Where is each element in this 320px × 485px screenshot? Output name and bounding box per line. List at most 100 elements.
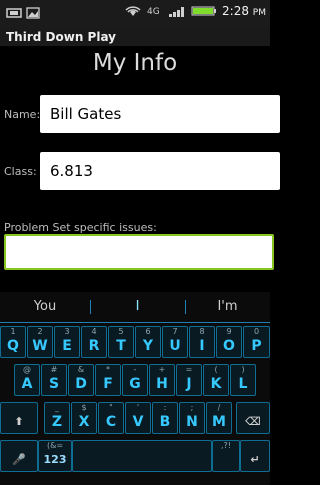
class-field[interactable]: 6.813 — [40, 152, 280, 190]
key-w-letter: W — [32, 338, 48, 354]
key-l-symbol: ) — [241, 365, 245, 374]
key-a[interactable]: @ A — [14, 364, 40, 396]
key-c-symbol: " — [109, 403, 113, 412]
clock-ampm: PM — [252, 8, 266, 18]
backspace-key[interactable]: ⌫ — [236, 402, 270, 434]
key-l[interactable]: ) L — [230, 364, 256, 396]
clock: 2:28 PM — [222, 4, 266, 18]
key-m-letter: M — [212, 414, 226, 430]
symbols-key[interactable]: (&= 123 — [38, 440, 72, 472]
key-v-letter: V — [132, 414, 144, 430]
key-s[interactable]: # S — [41, 364, 67, 396]
key-a-symbol: @ — [23, 365, 31, 374]
key-d-symbol: & — [77, 365, 85, 374]
key-p[interactable]: 0 P — [243, 326, 270, 358]
key-t-number: 5 — [118, 327, 124, 336]
key-i-number: 8 — [199, 327, 205, 336]
punctuation-key[interactable]: ,?! — [212, 440, 240, 472]
key-f-symbol: * — [106, 365, 110, 374]
key-b-letter: B — [159, 414, 171, 430]
key-w[interactable]: 2 W — [27, 326, 53, 358]
network-4g-icon: 4G — [147, 7, 160, 17]
key-d[interactable]: & D — [68, 364, 94, 396]
key-n-symbol: ; — [190, 403, 194, 412]
key-g-letter: G — [129, 376, 141, 392]
key-s-letter: S — [48, 376, 60, 392]
key-p-letter: P — [251, 338, 262, 354]
key-x-symbol: $ — [81, 403, 87, 412]
suggestion-you[interactable]: You — [0, 292, 90, 322]
key-s-symbol: # — [50, 365, 58, 374]
key-u[interactable]: 7 U — [162, 326, 188, 358]
key-e-number: 3 — [64, 327, 70, 336]
status-right-icons: 4G 2:28 PM — [124, 4, 266, 18]
space-key[interactable] — [72, 440, 212, 472]
key-r[interactable]: 4 R — [81, 326, 107, 358]
key-c[interactable]: " C — [98, 402, 124, 434]
key-f[interactable]: * F — [95, 364, 121, 396]
key-z[interactable]: _ Z — [44, 402, 70, 434]
key-r-number: 4 — [91, 327, 97, 336]
key-k-letter: K — [210, 376, 222, 392]
key-h-symbol: + — [158, 365, 166, 374]
keyboard-row-3: ⬆ _ Z $ X " C ' V : B ; N / M ⌫ — [0, 402, 270, 438]
key-a-letter: A — [21, 376, 33, 392]
key-o-letter: O — [223, 338, 235, 354]
key-t-letter: T — [116, 338, 126, 354]
keyboard-row-1: 1 Q 2 W 3 E 4 R 5 T 6 Y 7 U 8 I 9 O 0 P — [0, 326, 270, 362]
key-r-letter: R — [88, 338, 100, 354]
key-g[interactable]: - G — [122, 364, 148, 396]
punctuation-key-sup: ,?! — [221, 441, 231, 450]
key-n-letter: N — [186, 414, 198, 430]
key-x-letter: X — [78, 414, 90, 430]
key-i[interactable]: 8 I — [189, 326, 215, 358]
key-u-letter: U — [169, 338, 181, 354]
app-title-bar: Third Down Play — [0, 28, 270, 46]
key-l-letter: L — [238, 376, 248, 392]
key-o[interactable]: 9 O — [216, 326, 242, 358]
symbols-key-sup: (&= — [46, 441, 64, 450]
issues-input[interactable] — [4, 234, 274, 270]
key-t[interactable]: 5 T — [108, 326, 134, 358]
key-j-symbol: = — [185, 365, 193, 374]
mic-key[interactable]: 🎤 — [0, 440, 38, 472]
key-n[interactable]: ; N — [179, 402, 205, 434]
suggestion-im[interactable]: I'm — [185, 292, 270, 322]
keyboard-row-2: @ A # S & D * F - G + H = J ( K) L — [0, 364, 270, 400]
key-m[interactable]: / M — [206, 402, 232, 434]
key-v[interactable]: ' V — [125, 402, 151, 434]
key-m-symbol: / — [217, 403, 221, 412]
app-title: Third Down Play — [6, 30, 116, 44]
mic-icon: 🎤 — [12, 453, 26, 466]
key-h[interactable]: + H — [149, 364, 175, 396]
key-e[interactable]: 3 E — [54, 326, 80, 358]
enter-key[interactable]: ↵ — [240, 440, 270, 472]
suggestion-bar: You I I'm — [0, 292, 270, 323]
key-w-number: 2 — [37, 327, 43, 336]
wifi-icon — [125, 6, 141, 16]
onscreen-keyboard: You I I'm 1 Q 2 W 3 E 4 R 5 T 6 Y 7 U 8 … — [0, 292, 270, 485]
key-f-letter: F — [103, 376, 113, 392]
clock-time: 2:28 — [222, 4, 249, 18]
key-g-symbol: - — [133, 365, 137, 374]
key-b[interactable]: : B — [152, 402, 178, 434]
key-y[interactable]: 6 Y — [135, 326, 161, 358]
key-i-letter: I — [199, 338, 205, 354]
key-k[interactable]: ( K — [203, 364, 229, 396]
key-q-number: 1 — [10, 327, 16, 336]
name-field[interactable]: Bill Gates — [40, 95, 280, 133]
key-j[interactable]: = J — [176, 364, 202, 396]
key-q[interactable]: 1 Q — [0, 326, 26, 358]
svg-text:4G: 4G — [147, 7, 160, 17]
status-left-icons — [6, 6, 40, 20]
key-d-letter: D — [75, 376, 87, 392]
name-label: Name: — [4, 108, 41, 121]
key-j-letter: J — [186, 376, 192, 392]
usb-icon — [6, 8, 22, 18]
symbols-key-label: 123 — [43, 453, 67, 466]
key-k-symbol: ( — [214, 365, 218, 374]
key-x[interactable]: $ X — [71, 402, 97, 434]
shift-key[interactable]: ⬆ — [0, 402, 38, 434]
battery-icon — [191, 6, 217, 16]
suggestion-i[interactable]: I — [90, 292, 185, 322]
